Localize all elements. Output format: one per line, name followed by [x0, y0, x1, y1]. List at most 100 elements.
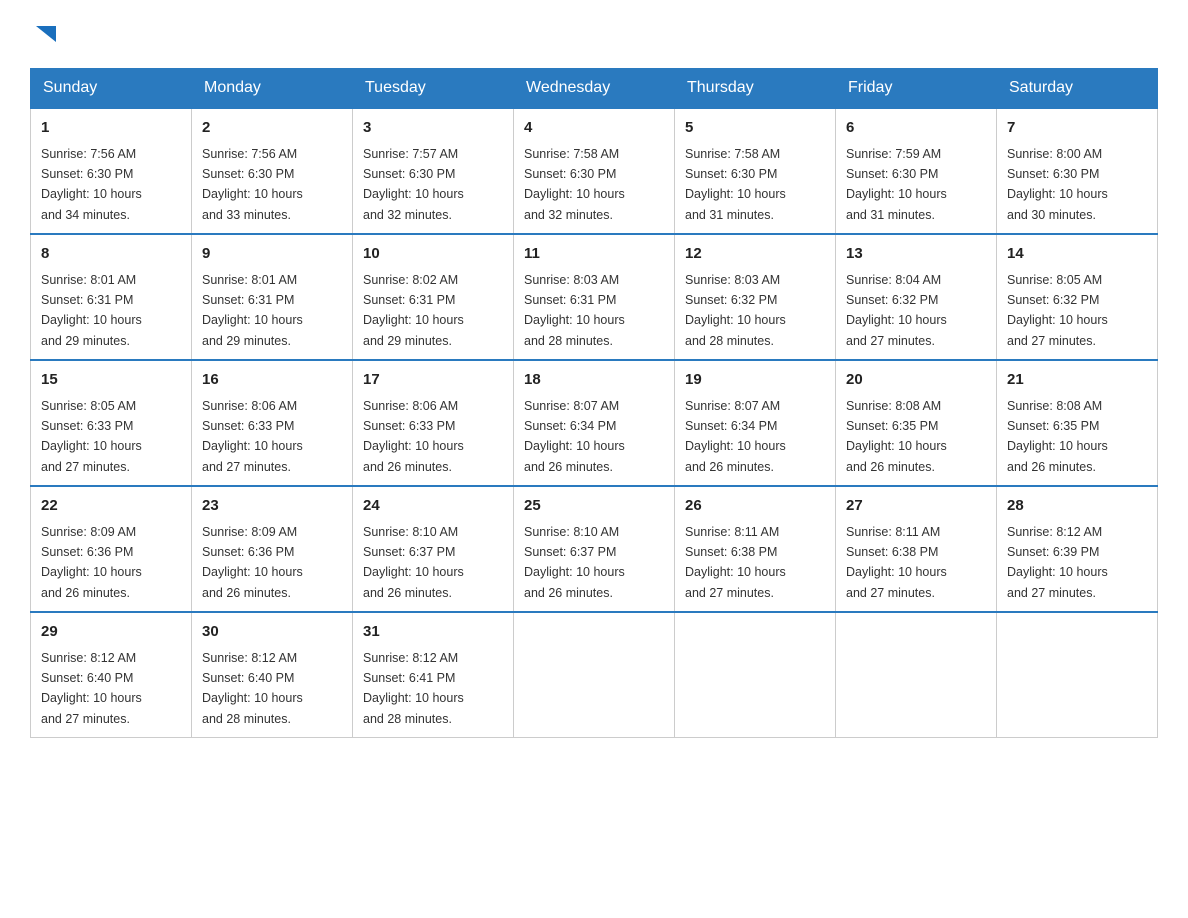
- day-number: 28: [1007, 495, 1147, 518]
- calendar-cell: 23Sunrise: 8:09 AMSunset: 6:36 PMDayligh…: [192, 486, 353, 612]
- day-info: Sunrise: 8:01 AMSunset: 6:31 PMDaylight:…: [41, 273, 142, 348]
- day-info: Sunrise: 8:06 AMSunset: 6:33 PMDaylight:…: [363, 399, 464, 474]
- calendar-cell: 6 Sunrise: 7:59 AMSunset: 6:30 PMDaylight…: [836, 108, 997, 234]
- day-info: Sunrise: 8:10 AMSunset: 6:37 PMDaylight:…: [524, 525, 625, 600]
- calendar-cell: [514, 612, 675, 738]
- day-number: 4: [524, 117, 664, 140]
- day-number: 24: [363, 495, 503, 518]
- calendar-cell: 20 Sunrise: 8:08 AMSunset: 6:35 PMDayligh…: [836, 360, 997, 486]
- day-info: Sunrise: 7:57 AMSunset: 6:30 PMDaylight:…: [363, 147, 464, 222]
- day-info: Sunrise: 8:03 AMSunset: 6:31 PMDaylight:…: [524, 273, 625, 348]
- col-header-tuesday: Tuesday: [353, 69, 514, 109]
- calendar-cell: 30 Sunrise: 8:12 AMSunset: 6:40 PMDayligh…: [192, 612, 353, 738]
- day-info: Sunrise: 8:06 AMSunset: 6:33 PMDaylight:…: [202, 399, 303, 474]
- col-header-friday: Friday: [836, 69, 997, 109]
- day-info: Sunrise: 7:56 AMSunset: 6:30 PMDaylight:…: [41, 147, 142, 222]
- day-info: Sunrise: 8:12 AMSunset: 6:39 PMDaylight:…: [1007, 525, 1108, 600]
- day-number: 20: [846, 369, 986, 392]
- page-header: [30, 20, 1158, 48]
- calendar-week-5: 29 Sunrise: 8:12 AMSunset: 6:40 PMDayligh…: [31, 612, 1158, 738]
- day-number: 5: [685, 117, 825, 140]
- col-header-monday: Monday: [192, 69, 353, 109]
- day-number: 8: [41, 243, 181, 266]
- calendar-cell: 31 Sunrise: 8:12 AMSunset: 6:41 PMDayligh…: [353, 612, 514, 738]
- day-info: Sunrise: 8:08 AMSunset: 6:35 PMDaylight:…: [1007, 399, 1108, 474]
- calendar-cell: 25 Sunrise: 8:10 AMSunset: 6:37 PMDayligh…: [514, 486, 675, 612]
- day-info: Sunrise: 8:04 AMSunset: 6:32 PMDaylight:…: [846, 273, 947, 348]
- calendar-cell: 14Sunrise: 8:05 AMSunset: 6:32 PMDayligh…: [997, 234, 1158, 360]
- day-number: 9: [202, 243, 342, 266]
- calendar-cell: 17 Sunrise: 8:06 AMSunset: 6:33 PMDayligh…: [353, 360, 514, 486]
- day-info: Sunrise: 7:58 AMSunset: 6:30 PMDaylight:…: [685, 147, 786, 222]
- logo-icon: [32, 20, 60, 48]
- day-info: Sunrise: 8:12 AMSunset: 6:41 PMDaylight:…: [363, 651, 464, 726]
- day-number: 19: [685, 369, 825, 392]
- calendar-cell: 10Sunrise: 8:02 AMSunset: 6:31 PMDayligh…: [353, 234, 514, 360]
- day-info: Sunrise: 8:03 AMSunset: 6:32 PMDaylight:…: [685, 273, 786, 348]
- day-number: 27: [846, 495, 986, 518]
- col-header-saturday: Saturday: [997, 69, 1158, 109]
- day-info: Sunrise: 7:58 AMSunset: 6:30 PMDaylight:…: [524, 147, 625, 222]
- day-number: 16: [202, 369, 342, 392]
- day-info: Sunrise: 8:07 AMSunset: 6:34 PMDaylight:…: [524, 399, 625, 474]
- day-info: Sunrise: 8:08 AMSunset: 6:35 PMDaylight:…: [846, 399, 947, 474]
- day-number: 18: [524, 369, 664, 392]
- day-number: 11: [524, 243, 664, 266]
- calendar-cell: 18 Sunrise: 8:07 AMSunset: 6:34 PMDayligh…: [514, 360, 675, 486]
- day-number: 29: [41, 621, 181, 644]
- day-number: 30: [202, 621, 342, 644]
- calendar-table: SundayMondayTuesdayWednesdayThursdayFrid…: [30, 68, 1158, 738]
- calendar-cell: 16 Sunrise: 8:06 AMSunset: 6:33 PMDayligh…: [192, 360, 353, 486]
- calendar-cell: 12 Sunrise: 8:03 AMSunset: 6:32 PMDayligh…: [675, 234, 836, 360]
- day-info: Sunrise: 8:10 AMSunset: 6:37 PMDaylight:…: [363, 525, 464, 600]
- day-number: 25: [524, 495, 664, 518]
- col-header-sunday: Sunday: [31, 69, 192, 109]
- calendar-cell: 15 Sunrise: 8:05 AMSunset: 6:33 PMDayligh…: [31, 360, 192, 486]
- day-number: 3: [363, 117, 503, 140]
- day-info: Sunrise: 8:09 AMSunset: 6:36 PMDaylight:…: [41, 525, 142, 600]
- calendar-cell: [675, 612, 836, 738]
- day-info: Sunrise: 8:00 AMSunset: 6:30 PMDaylight:…: [1007, 147, 1108, 222]
- day-number: 13: [846, 243, 986, 266]
- day-info: Sunrise: 8:07 AMSunset: 6:34 PMDaylight:…: [685, 399, 786, 474]
- day-info: Sunrise: 8:09 AMSunset: 6:36 PMDaylight:…: [202, 525, 303, 600]
- day-number: 22: [41, 495, 181, 518]
- day-info: Sunrise: 7:56 AMSunset: 6:30 PMDaylight:…: [202, 147, 303, 222]
- day-number: 12: [685, 243, 825, 266]
- calendar-cell: [836, 612, 997, 738]
- calendar-cell: 9 Sunrise: 8:01 AMSunset: 6:31 PMDaylight…: [192, 234, 353, 360]
- day-number: 21: [1007, 369, 1147, 392]
- day-info: Sunrise: 8:05 AMSunset: 6:33 PMDaylight:…: [41, 399, 142, 474]
- day-info: Sunrise: 8:12 AMSunset: 6:40 PMDaylight:…: [202, 651, 303, 726]
- calendar-cell: 8 Sunrise: 8:01 AMSunset: 6:31 PMDaylight…: [31, 234, 192, 360]
- col-header-wednesday: Wednesday: [514, 69, 675, 109]
- day-info: Sunrise: 8:11 AMSunset: 6:38 PMDaylight:…: [846, 525, 947, 600]
- day-number: 15: [41, 369, 181, 392]
- calendar-cell: 19 Sunrise: 8:07 AMSunset: 6:34 PMDayligh…: [675, 360, 836, 486]
- calendar-cell: 28 Sunrise: 8:12 AMSunset: 6:39 PMDayligh…: [997, 486, 1158, 612]
- calendar-cell: 21 Sunrise: 8:08 AMSunset: 6:35 PMDayligh…: [997, 360, 1158, 486]
- day-number: 7: [1007, 117, 1147, 140]
- day-number: 6: [846, 117, 986, 140]
- calendar-week-4: 22 Sunrise: 8:09 AMSunset: 6:36 PMDayligh…: [31, 486, 1158, 612]
- calendar-week-3: 15 Sunrise: 8:05 AMSunset: 6:33 PMDayligh…: [31, 360, 1158, 486]
- calendar-cell: 26Sunrise: 8:11 AMSunset: 6:38 PMDayligh…: [675, 486, 836, 612]
- day-info: Sunrise: 8:01 AMSunset: 6:31 PMDaylight:…: [202, 273, 303, 348]
- col-header-thursday: Thursday: [675, 69, 836, 109]
- day-number: 17: [363, 369, 503, 392]
- calendar-cell: 11 Sunrise: 8:03 AMSunset: 6:31 PMDayligh…: [514, 234, 675, 360]
- day-info: Sunrise: 7:59 AMSunset: 6:30 PMDaylight:…: [846, 147, 947, 222]
- day-number: 14: [1007, 243, 1147, 266]
- calendar-cell: 2Sunrise: 7:56 AMSunset: 6:30 PMDaylight…: [192, 108, 353, 234]
- logo: [30, 20, 60, 48]
- calendar-cell: 4 Sunrise: 7:58 AMSunset: 6:30 PMDaylight…: [514, 108, 675, 234]
- day-number: 26: [685, 495, 825, 518]
- day-number: 31: [363, 621, 503, 644]
- day-number: 10: [363, 243, 503, 266]
- calendar-cell: 29 Sunrise: 8:12 AMSunset: 6:40 PMDayligh…: [31, 612, 192, 738]
- calendar-header-row: SundayMondayTuesdayWednesdayThursdayFrid…: [31, 69, 1158, 109]
- calendar-cell: 3 Sunrise: 7:57 AMSunset: 6:30 PMDaylight…: [353, 108, 514, 234]
- calendar-cell: [997, 612, 1158, 738]
- day-info: Sunrise: 8:12 AMSunset: 6:40 PMDaylight:…: [41, 651, 142, 726]
- calendar-cell: 7 Sunrise: 8:00 AMSunset: 6:30 PMDaylight…: [997, 108, 1158, 234]
